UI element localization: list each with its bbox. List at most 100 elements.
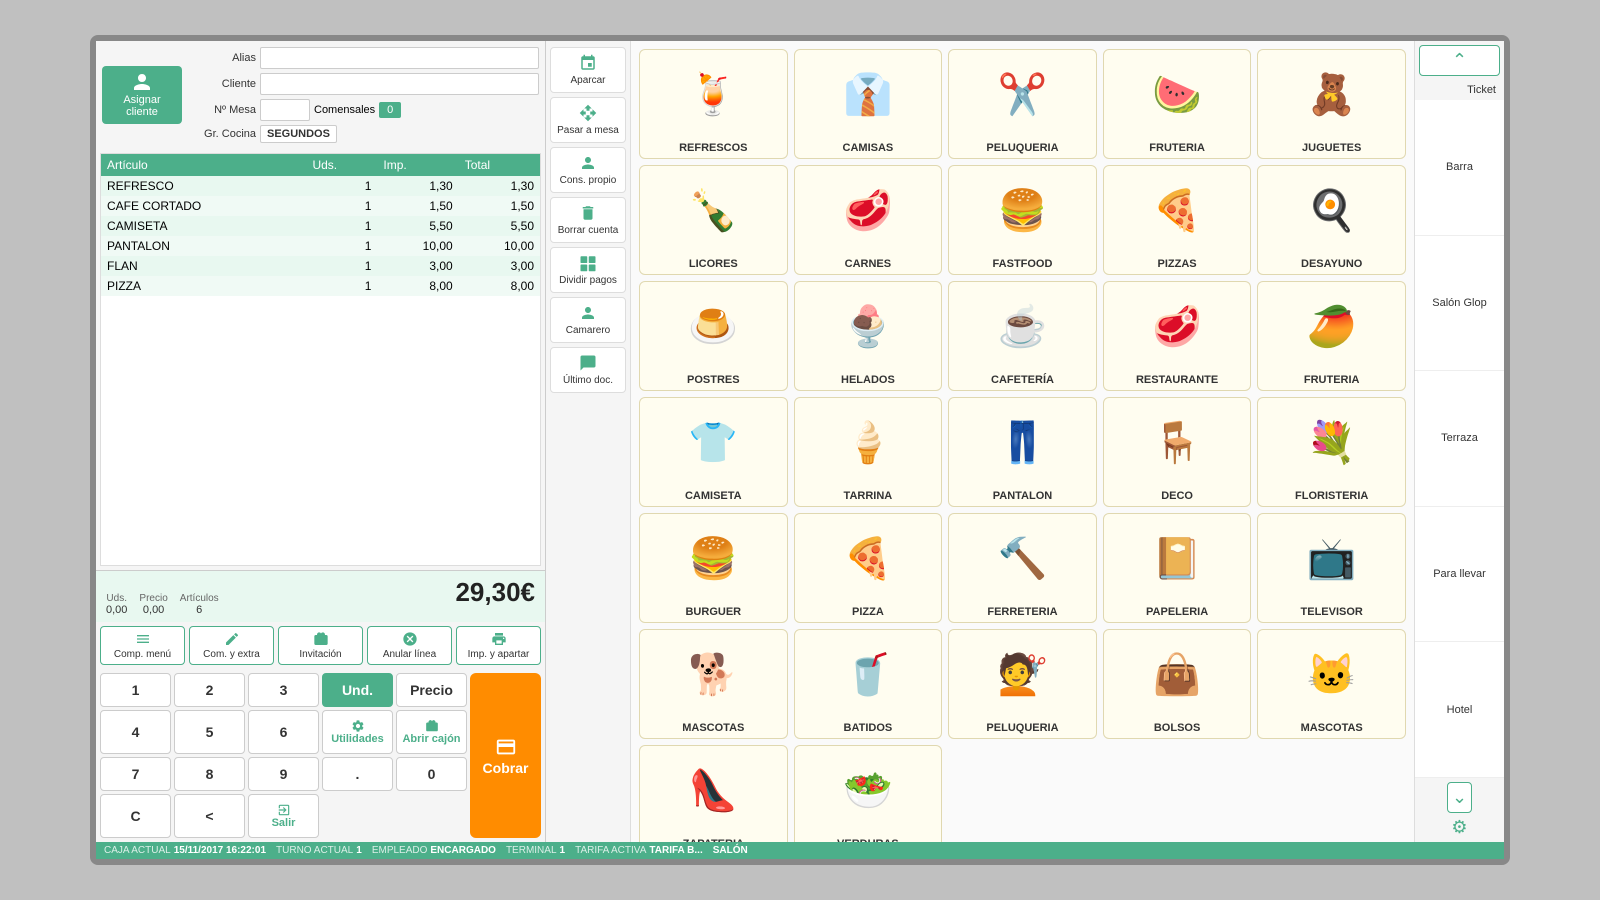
salir-button[interactable]: Salir [248, 794, 319, 838]
num-7[interactable]: 7 [100, 757, 171, 791]
num-c[interactable]: C [100, 794, 171, 838]
num-0[interactable]: 0 [396, 757, 467, 791]
zones-scroll-up[interactable]: ⌃ [1419, 45, 1500, 76]
product-card[interactable]: 🪑 DECO [1103, 397, 1252, 507]
alias-input[interactable] [260, 47, 539, 69]
aparcar-button[interactable]: Aparcar [550, 47, 626, 93]
ultimo-doc-button[interactable]: Último doc. [550, 347, 626, 393]
und-button[interactable]: Und. [322, 673, 393, 707]
com-extra-button[interactable]: Com. y extra [189, 626, 274, 665]
table-row[interactable]: CAMISETA15,505,50 [101, 216, 540, 236]
product-card[interactable]: 🥭 FRUTERIA [1257, 281, 1406, 391]
num-4[interactable]: 4 [100, 710, 171, 754]
product-card[interactable]: 🍹 REFRESCOS [639, 49, 788, 159]
num-2[interactable]: 2 [174, 673, 245, 707]
top-bar: Asignar cliente Alias Cliente Nº Mesa [96, 41, 545, 149]
product-card[interactable]: 🍕 PIZZAS [1103, 165, 1252, 275]
product-card[interactable]: 🐕 MASCOTAS [639, 629, 788, 739]
pasar-mesa-button[interactable]: Pasar a mesa [550, 97, 626, 143]
product-card[interactable]: 💇 PELUQUERIA [948, 629, 1097, 739]
product-card[interactable]: 🍮 POSTRES [639, 281, 788, 391]
product-image: ✂️ [986, 58, 1058, 130]
product-card[interactable]: 👕 CAMISETA [639, 397, 788, 507]
camarero-button[interactable]: Camarero [550, 297, 626, 343]
client-input[interactable] [260, 73, 539, 95]
num-8[interactable]: 8 [174, 757, 245, 791]
imp-apartar-label: Imp. y apartar [468, 649, 530, 660]
table-row[interactable]: PANTALON110,0010,00 [101, 236, 540, 256]
product-card[interactable]: 🧸 JUGUETES [1257, 49, 1406, 159]
zone-hotel[interactable]: Hotel [1415, 642, 1504, 778]
num-9[interactable]: 9 [248, 757, 319, 791]
comensales-button[interactable]: 0 [379, 102, 401, 118]
product-card[interactable]: 🍨 HELADOS [794, 281, 943, 391]
product-card[interactable]: 👖 PANTALON [948, 397, 1097, 507]
table-row[interactable]: REFRESCO11,301,30 [101, 176, 540, 196]
product-card[interactable]: 🍔 BURGUER [639, 513, 788, 623]
table-input[interactable] [260, 99, 310, 121]
product-card[interactable]: 📔 PAPELERIA [1103, 513, 1252, 623]
product-card[interactable]: 🍳 DESAYUNO [1257, 165, 1406, 275]
invitacion-button[interactable]: Invitación [278, 626, 363, 665]
product-card[interactable]: ☕ CAFETERÍA [948, 281, 1097, 391]
product-card[interactable]: 🐱 MASCOTAS [1257, 629, 1406, 739]
zone-terraza[interactable]: Terraza [1415, 371, 1504, 507]
anular-linea-button[interactable]: Anular línea [367, 626, 452, 665]
product-card[interactable]: 👔 CAMISAS [794, 49, 943, 159]
product-image: 🍨 [832, 290, 904, 362]
borrar-cuenta-button[interactable]: Borrar cuenta [550, 197, 626, 243]
product-card[interactable]: 🍔 FASTFOOD [948, 165, 1097, 275]
product-image: ☕ [986, 290, 1058, 362]
product-card[interactable]: 🥩 CARNES [794, 165, 943, 275]
product-image: 🍦 [832, 406, 904, 478]
cobrar-label: Cobrar [483, 760, 529, 776]
comp-menu-button[interactable]: Comp. menú [100, 626, 185, 665]
num-5[interactable]: 5 [174, 710, 245, 754]
product-card[interactable]: 🍉 FRUTERIA [1103, 49, 1252, 159]
product-name: MASCOTAS [1301, 722, 1363, 734]
zone-salon_glop[interactable]: Salón Glop [1415, 236, 1504, 372]
zone-barra[interactable]: Barra [1415, 100, 1504, 236]
product-name: LICORES [689, 258, 738, 270]
product-card[interactable]: 🔨 FERRETERIA [948, 513, 1097, 623]
product-card[interactable]: 🥗 VERDURAS [794, 745, 943, 842]
product-card[interactable]: 🍾 LICORES [639, 165, 788, 275]
product-card[interactable]: 👜 BOLSOS [1103, 629, 1252, 739]
terminal-label: TERMINAL [506, 845, 557, 856]
num-back[interactable]: < [174, 794, 245, 838]
table-row[interactable]: CAFE CORTADO11,501,50 [101, 196, 540, 216]
num-1[interactable]: 1 [100, 673, 171, 707]
borrar-cuenta-label: Borrar cuenta [558, 225, 619, 236]
table-row[interactable]: FLAN13,003,00 [101, 256, 540, 276]
order-table: Artículo Uds. Imp. Total REFRESCO11,301,… [100, 153, 541, 566]
product-name: BOLSOS [1154, 722, 1200, 734]
num-dot[interactable]: . [322, 757, 393, 791]
product-card[interactable]: 🥩 RESTAURANTE [1103, 281, 1252, 391]
product-card[interactable]: 📺 TELEVISOR [1257, 513, 1406, 623]
num-6[interactable]: 6 [248, 710, 319, 754]
product-card[interactable]: 🥤 BATIDOS [794, 629, 943, 739]
zone-para_llevar[interactable]: Para llevar [1415, 507, 1504, 643]
cobrar-button[interactable]: Cobrar [470, 673, 541, 838]
client-label: Cliente [186, 78, 256, 90]
abrir-cajon-button[interactable]: Abrir cajón [396, 710, 467, 754]
pos-screen: Asignar cliente Alias Cliente Nº Mesa [90, 35, 1510, 865]
product-card[interactable]: ✂️ PELUQUERIA [948, 49, 1097, 159]
product-card[interactable]: 💐 FLORISTERIA [1257, 397, 1406, 507]
utilidades-button[interactable]: Utilidades [322, 710, 393, 754]
zones-scroll-down[interactable]: ⌄ [1447, 782, 1472, 813]
num-3[interactable]: 3 [248, 673, 319, 707]
product-card[interactable]: 🍕 PIZZA [794, 513, 943, 623]
assign-client-label: Asignar cliente [110, 94, 174, 118]
dividir-pagos-button[interactable]: Dividir pagos [550, 247, 626, 293]
product-card[interactable]: 🍦 TARRINA [794, 397, 943, 507]
product-card[interactable]: 👠 ZAPATERIA [639, 745, 788, 842]
settings-button[interactable]: ⚙ [1451, 817, 1467, 838]
precio-value: 0,00 [143, 604, 164, 616]
cons-propio-button[interactable]: Cons. propio [550, 147, 626, 193]
assign-client-button[interactable]: Asignar cliente [102, 66, 182, 124]
alias-label: Alias [186, 52, 256, 64]
table-row[interactable]: PIZZA18,008,00 [101, 276, 540, 296]
imp-apartar-button[interactable]: Imp. y apartar [456, 626, 541, 665]
precio-button[interactable]: Precio [396, 673, 467, 707]
